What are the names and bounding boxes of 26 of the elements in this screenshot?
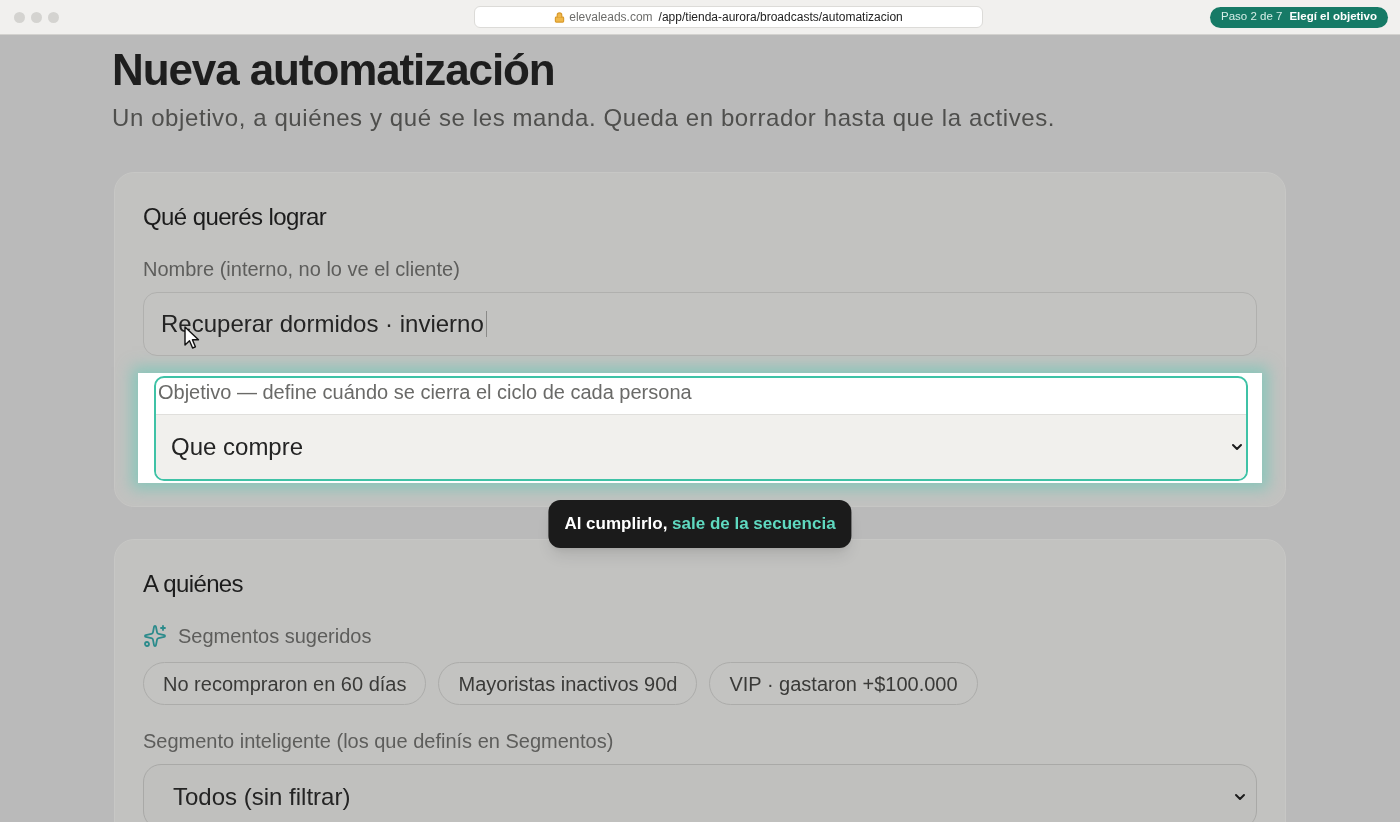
page-title: Nueva automatización	[112, 44, 556, 96]
url-domain: elevaleads.com	[569, 9, 653, 26]
text-cursor-icon	[485, 311, 487, 337]
select-dropdown[interactable]: Que compre	[156, 414, 1246, 479]
window-maximize-icon[interactable]	[48, 11, 59, 23]
window-close-icon[interactable]	[14, 11, 25, 23]
tooltip-text: Al cumplirlo, sale de la secuencia	[564, 513, 836, 536]
step-title: Elegí el objetivo	[1289, 9, 1377, 25]
select-dropdown[interactable]: Todos (sin filtrar)	[143, 764, 1257, 822]
field-label: Objetivo — define cuándo se cierra el ciclo de cada persona	[157, 380, 693, 404]
section-title: A quiénes	[143, 569, 245, 599]
url-path: /app/tienda-aurora/broadcasts/automatizacion	[658, 9, 903, 26]
segment-chip[interactable]: No recompraron en 60 días	[143, 662, 427, 705]
field-label: Segmento inteligente (los que definís en Segmentos)	[143, 729, 615, 753]
step-count: Paso 2 de 7	[1221, 9, 1283, 25]
address-bar[interactable]: elevaleads.com /app/tienda-aurora/broadcasts/automatizacion	[474, 6, 983, 28]
segment-chip[interactable]: Mayoristas inactivos 90d	[438, 662, 698, 705]
segment-chip[interactable]: VIP · gastaron +$100.000	[709, 662, 978, 705]
sparkles-icon	[143, 624, 167, 648]
field-label: Nombre (interno, no lo ve el cliente)	[143, 257, 461, 281]
section-title: Qué querés lograr	[143, 202, 328, 232]
lock-icon	[554, 11, 566, 23]
page-subtitle: Un objetivo, a quiénes y qué se les manda. Queda en borrador hasta que la actives.	[112, 103, 1057, 133]
suggestions-label: Segmentos sugeridos	[178, 624, 372, 648]
window-minimize-icon[interactable]	[31, 11, 42, 23]
text-input[interactable]: Recuperar dormidos · invierno	[143, 292, 1257, 356]
